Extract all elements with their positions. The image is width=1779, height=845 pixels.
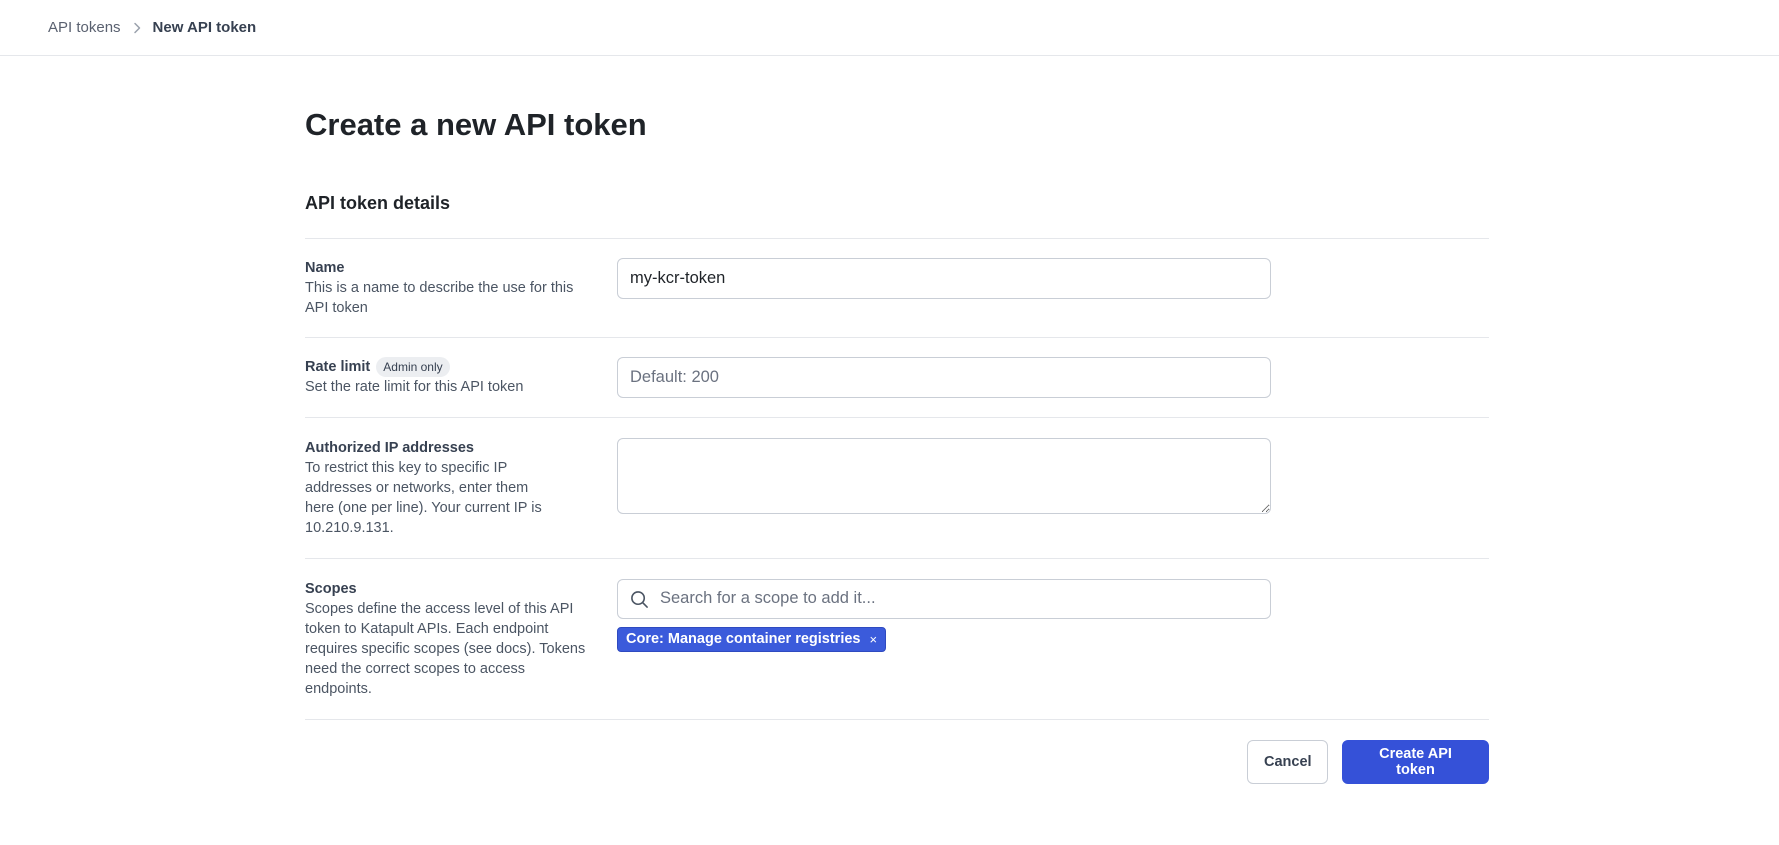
chevron-right-icon [133, 22, 141, 34]
api-token-form: Name This is a name to describe the use … [305, 237, 1489, 720]
authorized-ips-label: Authorized IP addresses [305, 439, 474, 456]
scopes-label: Scopes [305, 580, 357, 597]
name-row: Name This is a name to describe the use … [305, 239, 1489, 338]
search-icon [631, 590, 648, 608]
authorized-ips-description: To restrict this key to specific IP addr… [305, 459, 542, 536]
scopes-row: Scopes Scopes define the access level of… [305, 559, 1489, 720]
rate-limit-row: Rate limit Admin only Set the rate limit… [305, 338, 1489, 418]
scope-tag-label: Core: Manage container registries [626, 631, 861, 648]
cancel-button[interactable]: Cancel [1247, 739, 1328, 784]
top-bar: API tokens New API token [0, 0, 1779, 56]
form-actions: Cancel Create API token [305, 739, 1489, 784]
main-content: Create a new API token API token details… [305, 56, 1489, 784]
rate-limit-input[interactable] [617, 356, 1271, 398]
create-api-token-button[interactable]: Create API token [1342, 739, 1489, 784]
scope-search [617, 578, 1271, 619]
scopes-description: Scopes define the access level of this A… [305, 600, 586, 697]
rate-limit-description: Set the rate limit for this API token [305, 378, 524, 395]
admin-only-badge: Admin only [376, 356, 450, 377]
name-input[interactable] [617, 257, 1271, 299]
name-label: Name [305, 259, 345, 276]
authorized-ips-row: Authorized IP addresses To restrict this… [305, 418, 1489, 559]
breadcrumb-current: New API token [152, 19, 257, 36]
name-description: This is a name to describe the use for t… [305, 279, 574, 316]
scope-tag: Core: Manage container registries × [617, 626, 887, 652]
rate-limit-label: Rate limit [305, 358, 371, 375]
breadcrumb-api-tokens-link[interactable]: API tokens [48, 19, 121, 36]
authorized-ips-textarea[interactable] [617, 437, 1271, 514]
section-title: API token details [305, 193, 451, 214]
scope-search-input[interactable] [617, 578, 1271, 619]
remove-scope-icon[interactable]: × [870, 633, 878, 646]
page-title: Create a new API token [305, 107, 647, 142]
